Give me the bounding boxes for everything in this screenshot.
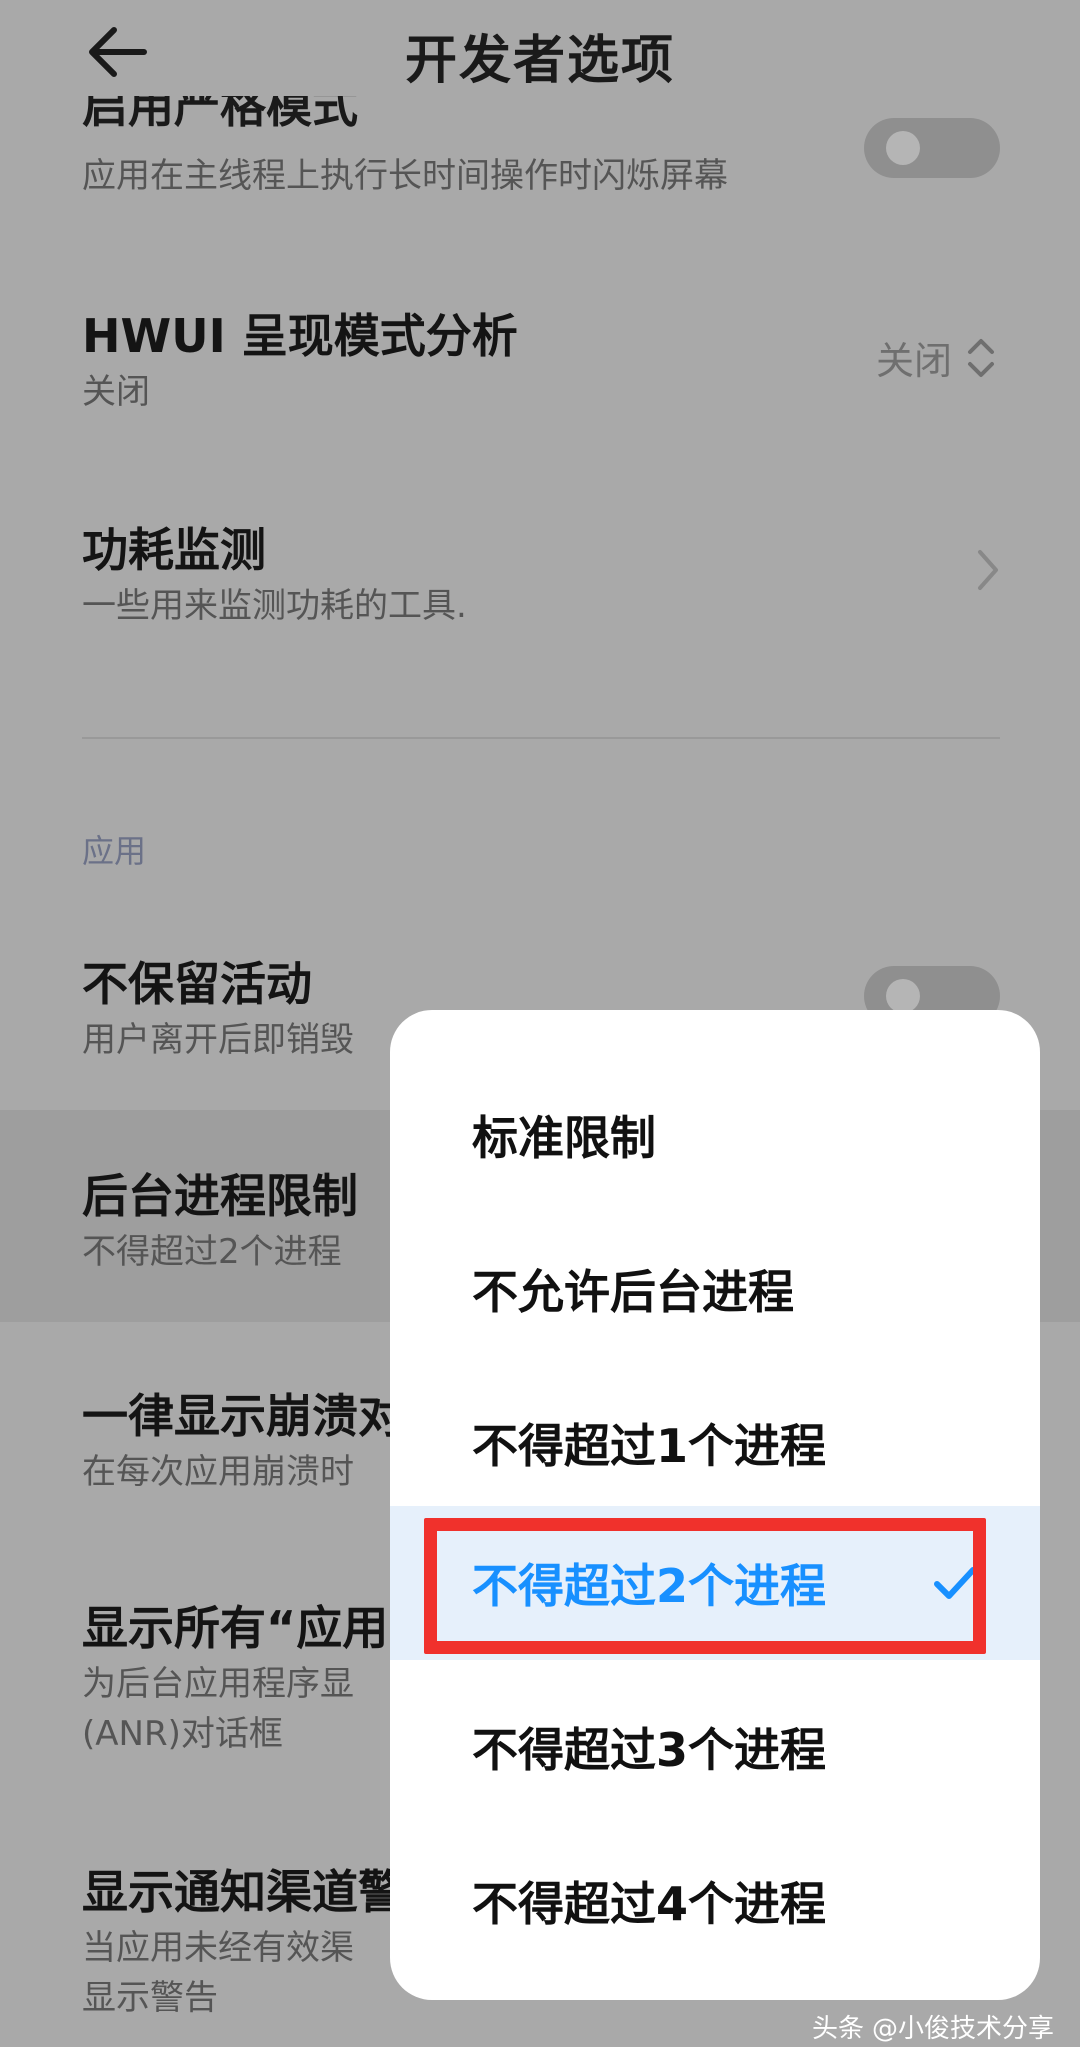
chevron-right-icon[interactable] (974, 548, 1002, 592)
check-icon (934, 1567, 976, 1599)
option-label: 不得超过3个进程 (472, 1723, 827, 1777)
anr-title[interactable]: 显示所有“应用 (82, 1592, 388, 1658)
bg-limit-title: 后台进程限制 (82, 1169, 358, 1223)
watermark-source: 头条 (811, 2014, 864, 2044)
chevron-up-down-icon (968, 338, 994, 377)
option-max-4[interactable]: 不得超过4个进程 (390, 1824, 1040, 1978)
option-label: 不得超过2个进程 (472, 1559, 827, 1613)
app-header: 开发者选项 (0, 0, 1080, 110)
hwui-value[interactable]: 关闭 (876, 330, 996, 385)
hwui-title[interactable]: HWUI 呈现模式分析 (82, 300, 518, 366)
watermark-author: @小俊技术分享 (871, 2014, 1054, 2044)
hwui-value-label: 关闭 (875, 339, 952, 383)
bg-limit-subtitle: 不得超过2个进程 (82, 1232, 342, 1272)
power-subtitle: 一些用来监测功耗的工具. (82, 586, 467, 626)
anr-subtitle-2: (ANR)对话框 (82, 1714, 283, 1754)
section-divider (82, 737, 1000, 739)
strict-mode-subtitle: 应用在主线程上执行长时间操作时闪烁屏幕 (82, 156, 728, 196)
option-label: 不允许后台进程 (472, 1265, 794, 1319)
option-label: 不得超过1个进程 (472, 1419, 827, 1473)
toggle-knob (886, 979, 920, 1013)
strict-mode-title: 启用严格模式 (82, 96, 358, 133)
page-title: 开发者选项 (404, 31, 675, 91)
dont-keep-title[interactable]: 不保留活动 (82, 948, 312, 1014)
process-limit-dialog: 标准限制 不允许后台进程 不得超过1个进程 不得超过2个进程 不得超过3个进程 … (390, 1010, 1040, 2000)
anr-subtitle-1: 为后台应用程序显 (82, 1664, 354, 1704)
section-label-apps: 应用 (82, 832, 147, 870)
channel-title[interactable]: 显示通知渠道警 (82, 1856, 404, 1922)
channel-subtitle-2: 显示警告 (82, 1978, 218, 2018)
option-standard[interactable]: 标准限制 (390, 1058, 1040, 1212)
option-max-2[interactable]: 不得超过2个进程 (390, 1506, 1040, 1660)
option-max-3[interactable]: 不得超过3个进程 (390, 1670, 1040, 1824)
crash-subtitle: 在每次应用崩溃时 (82, 1452, 354, 1492)
crash-title[interactable]: 一律显示崩溃对 (82, 1380, 404, 1446)
power-title[interactable]: 功耗监测 (82, 514, 266, 580)
watermark: 头条 @小俊技术分享 (812, 2008, 1054, 2045)
option-max-1[interactable]: 不得超过1个进程 (390, 1366, 1040, 1520)
strict-mode-toggle[interactable] (864, 118, 1000, 178)
hwui-subtitle: 关闭 (82, 372, 150, 412)
option-label: 不得超过4个进程 (472, 1877, 827, 1931)
dont-keep-subtitle: 用户离开后即销毁 (82, 1020, 354, 1060)
toggle-knob (886, 131, 920, 165)
option-no-background[interactable]: 不允许后台进程 (390, 1212, 1040, 1366)
channel-subtitle-1: 当应用未经有效渠 (82, 1928, 354, 1968)
settings-page: 开发者选项 启用严格模式 应用在主线程上执行长时间操作时闪烁屏幕 HWUI 呈现… (0, 0, 1080, 2047)
option-label: 标准限制 (472, 1111, 656, 1165)
